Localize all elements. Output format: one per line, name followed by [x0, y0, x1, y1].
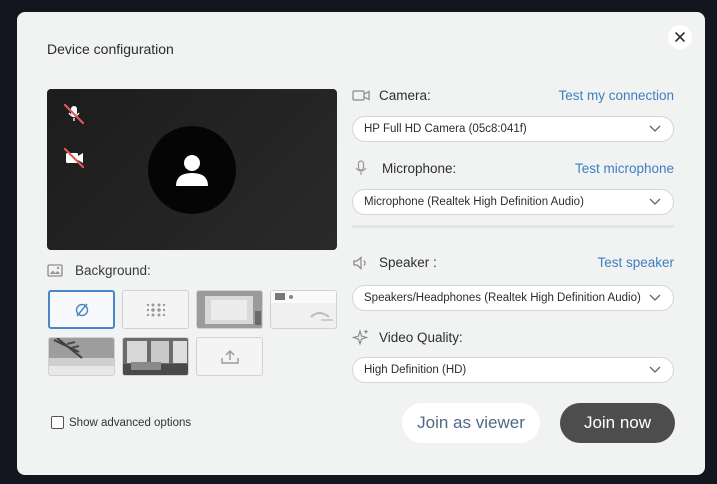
video-preview: [47, 89, 337, 250]
blur-dots-icon: [146, 303, 165, 316]
background-section-header: Background:: [47, 263, 151, 278]
test-connection-link[interactable]: Test my connection: [558, 88, 674, 103]
upload-icon: [220, 349, 239, 364]
test-microphone-link[interactable]: Test microphone: [575, 161, 674, 176]
background-option-upload[interactable]: [196, 337, 263, 376]
microphone-select-value: Microphone (Realtek High Definition Audi…: [364, 196, 584, 208]
device-configuration-dialog: Device configuration Background: Show ad…: [17, 12, 705, 475]
join-now-button[interactable]: Join now: [560, 403, 675, 443]
background-option-beach[interactable]: [48, 337, 115, 376]
user-avatar-icon: [176, 155, 208, 186]
advanced-options-checkbox[interactable]: [51, 416, 64, 429]
microphone-row: Microphone: Test microphone: [352, 160, 674, 176]
video-quality-label: Video Quality:: [379, 329, 463, 345]
video-quality-row: Video Quality:: [352, 328, 674, 346]
chevron-down-icon: [649, 125, 661, 132]
microphone-label: Microphone:: [382, 160, 457, 176]
sparkle-icon: [352, 329, 369, 346]
microphone-select[interactable]: Microphone (Realtek High Definition Audi…: [352, 189, 674, 215]
camera-select[interactable]: HP Full HD Camera (05c8:041f): [352, 116, 674, 142]
camera-off-icon: [61, 146, 87, 170]
no-background-icon: [75, 303, 88, 316]
white-room-thumbnail: [197, 291, 262, 328]
show-advanced-options[interactable]: Show advanced options: [51, 416, 191, 429]
camera-row: Camera: Test my connection: [352, 88, 674, 103]
background-option-blur[interactable]: [122, 290, 189, 329]
speaker-select-value: Speakers/Headphones (Realtek High Defini…: [364, 292, 641, 304]
dialog-title: Device configuration: [47, 41, 174, 57]
chevron-down-icon: [649, 366, 661, 373]
living-room-thumbnail: [123, 338, 188, 375]
microphone-icon: [355, 160, 367, 175]
image-icon: [47, 264, 63, 277]
background-option-white-room[interactable]: [196, 290, 263, 329]
video-quality-select-value: High Definition (HD): [364, 364, 467, 376]
speaker-row: Speaker : Test speaker: [352, 255, 674, 270]
avatar: [148, 126, 236, 214]
speaker-label: Speaker :: [379, 255, 437, 270]
chevron-down-icon: [649, 294, 661, 301]
camera-select-value: HP Full HD Camera (05c8:041f): [364, 123, 527, 135]
microphone-level-meter: [352, 225, 674, 228]
close-icon: [675, 32, 685, 42]
camera-icon: [352, 90, 370, 101]
join-as-viewer-button[interactable]: Join as viewer: [402, 403, 540, 443]
white-office-thumbnail: [271, 291, 336, 328]
close-button[interactable]: [668, 25, 692, 49]
test-speaker-link[interactable]: Test speaker: [597, 255, 674, 270]
speaker-select[interactable]: Speakers/Headphones (Realtek High Defini…: [352, 285, 674, 311]
beach-thumbnail: [49, 338, 114, 375]
advanced-options-label: Show advanced options: [69, 416, 192, 429]
background-option-none[interactable]: [48, 290, 115, 329]
background-option-white-office[interactable]: [270, 290, 337, 329]
video-quality-select[interactable]: High Definition (HD): [352, 357, 674, 383]
background-option-living-room[interactable]: [122, 337, 189, 376]
speaker-icon: [353, 255, 366, 270]
microphone-muted-icon: [61, 102, 87, 126]
background-label: Background:: [75, 263, 151, 278]
camera-label: Camera:: [379, 88, 431, 103]
chevron-down-icon: [649, 198, 661, 205]
